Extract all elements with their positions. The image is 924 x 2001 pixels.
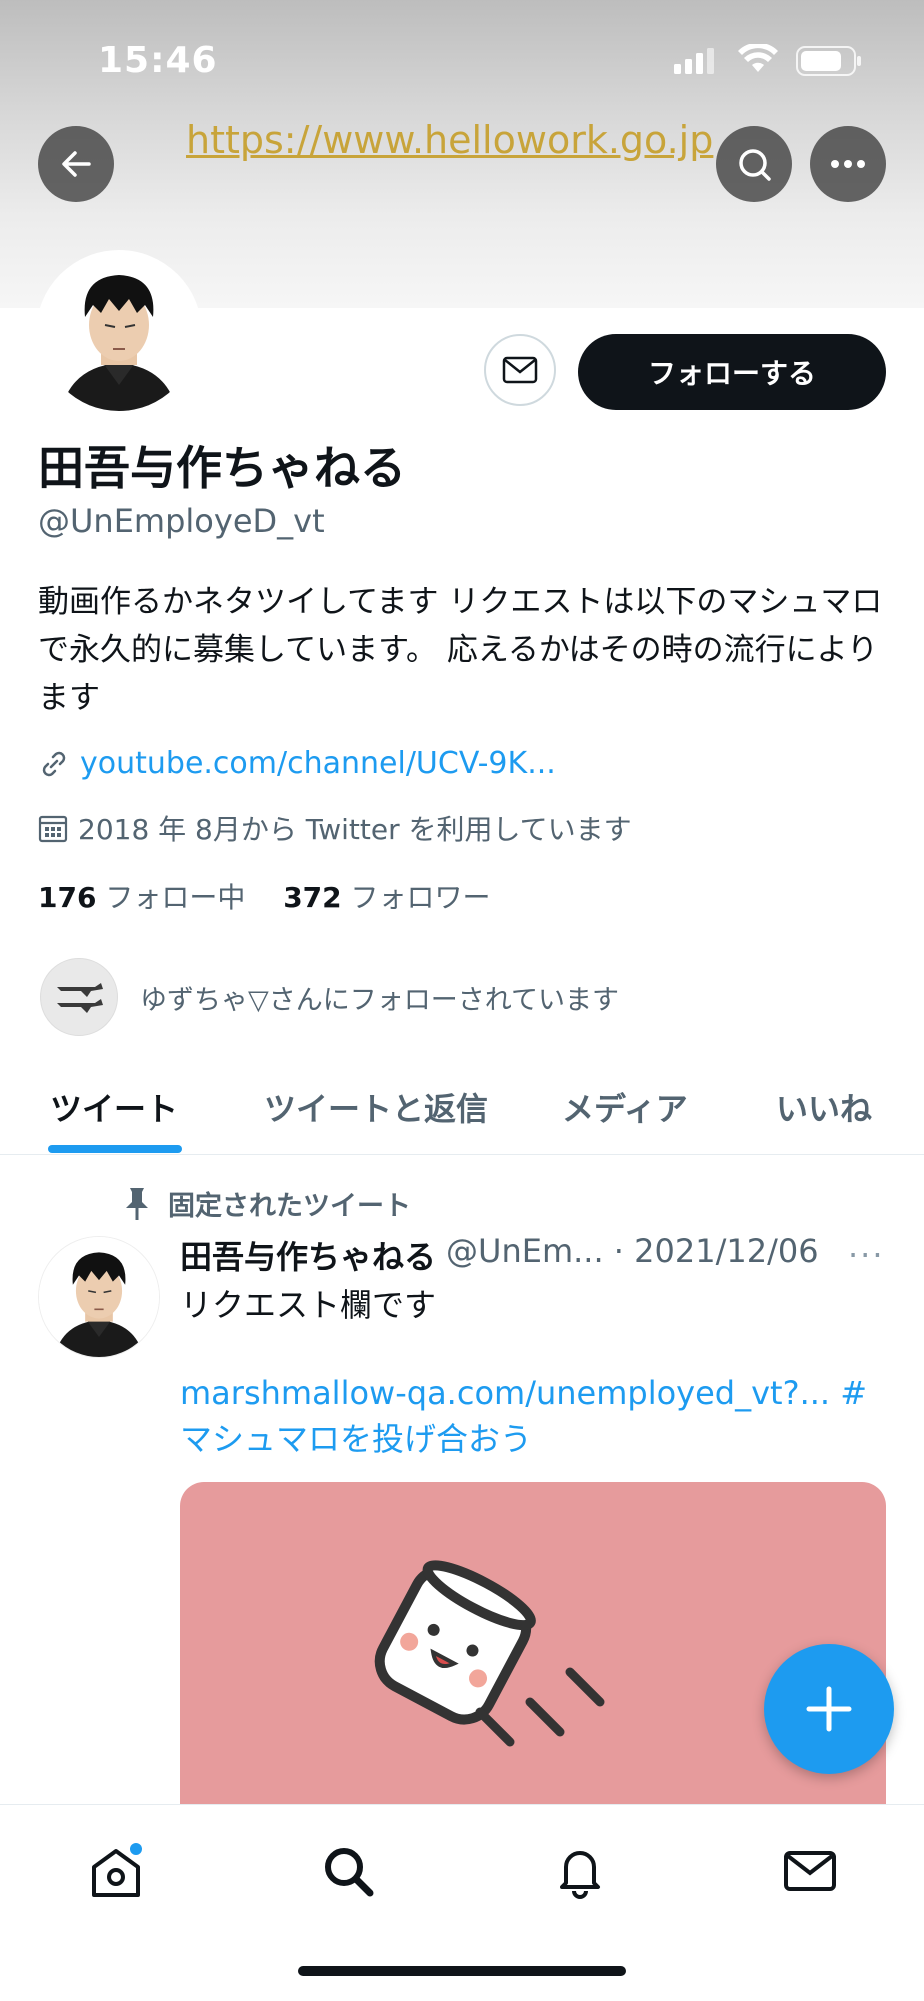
mail-icon [784,1851,836,1891]
calendar-icon [38,815,68,843]
home-icon [92,1843,142,1897]
search-icon [739,149,771,181]
pin-icon [126,1187,148,1220]
active-tab-indicator [48,1145,182,1153]
tweet-avatar[interactable] [38,1236,160,1358]
following-label: フォロー中 [105,881,246,914]
tab-media[interactable]: メディア [562,1084,688,1130]
status-time: 15:46 [98,40,218,81]
wifi-icon [738,42,778,78]
envelope-icon [502,356,538,384]
followers-label: フォロワー [350,881,491,914]
tweet-text: リクエスト欄です [180,1286,437,1324]
follower-avatar [40,958,118,1036]
banner-url-text: https://www.hellowork.go.jp [186,118,714,162]
profile-joined-text: 2018 年 8月から Twitter を利用しています [78,813,632,846]
nav-messages[interactable] [780,1841,840,1901]
tweet-header: 田吾与作ちゃねる @UnEm... · 2021/12/06 [180,1232,819,1278]
tab-tweets[interactable]: ツイート [50,1084,178,1130]
more-button[interactable] [810,126,886,202]
nav-home[interactable] [86,1841,146,1901]
profile-link-row[interactable]: youtube.com/channel/UCV-9K... [38,746,556,781]
profile-avatar[interactable] [36,250,202,416]
battery-icon [796,46,862,80]
tweet-handle-date: @UnEm... · 2021/12/06 [446,1232,819,1270]
signal-icon [674,48,714,78]
tab-likes[interactable]: いいね [776,1084,872,1130]
follow-counts: 176 フォロー中 372 フォロワー [38,876,491,916]
following-count: 176 [38,881,97,914]
tweet-card-image[interactable] [180,1482,886,1822]
bell-icon [560,1851,600,1899]
arrow-left-icon [62,151,91,177]
profile-display-name: 田吾与作ちゃねる [38,441,406,495]
pinned-label: 固定されたツイート [168,1191,411,1222]
profile-joined-row: 2018 年 8月から Twitter を利用しています [38,808,632,848]
followers-link[interactable]: 372 フォロワー [283,881,490,914]
message-button[interactable] [484,334,556,406]
home-indicator [298,1966,626,1976]
search-icon [325,1848,374,1897]
profile-bio: 動画作るかネタツイしてます リクエストは以下のマシュマロで永久的に募集しています… [38,584,883,716]
followed-by-row[interactable]: ゆずちゃ▽さんにフォローされています [40,958,619,1036]
followers-count: 372 [283,881,342,914]
nav-notifications[interactable] [550,1841,610,1901]
tweet-author-name[interactable]: 田吾与作ちゃねる [180,1232,436,1278]
plus-icon [806,1686,852,1732]
following-link[interactable]: 176 フォロー中 [38,881,245,914]
tweet-more-button[interactable]: ··· [848,1236,885,1274]
profile-tabs: ツイート ツイートと返信 メディア いいね [0,1060,924,1155]
tab-tweets-and-replies[interactable]: ツイートと返信 [264,1084,488,1130]
compose-tweet-button[interactable] [764,1644,894,1774]
followed-by-text: ゆずちゃ▽さんにフォローされています [140,984,619,1016]
search-button[interactable] [716,126,792,202]
profile-link[interactable]: youtube.com/channel/UCV-9K... [80,746,556,781]
back-button[interactable] [38,126,114,202]
profile-handle: @UnEmployeD_vt [38,502,325,540]
link-icon [42,751,66,776]
pinned-label-row: 固定されたツイート [120,1184,411,1223]
tweet-links[interactable]: marshmallow-qa.com/unemployed_vt?... #マシ… [180,1370,886,1462]
nav-search[interactable] [318,1841,378,1901]
more-horizontal-icon [831,160,865,168]
marshmallow-illustration [374,1560,605,1747]
follow-button[interactable]: フォローする [578,334,886,410]
